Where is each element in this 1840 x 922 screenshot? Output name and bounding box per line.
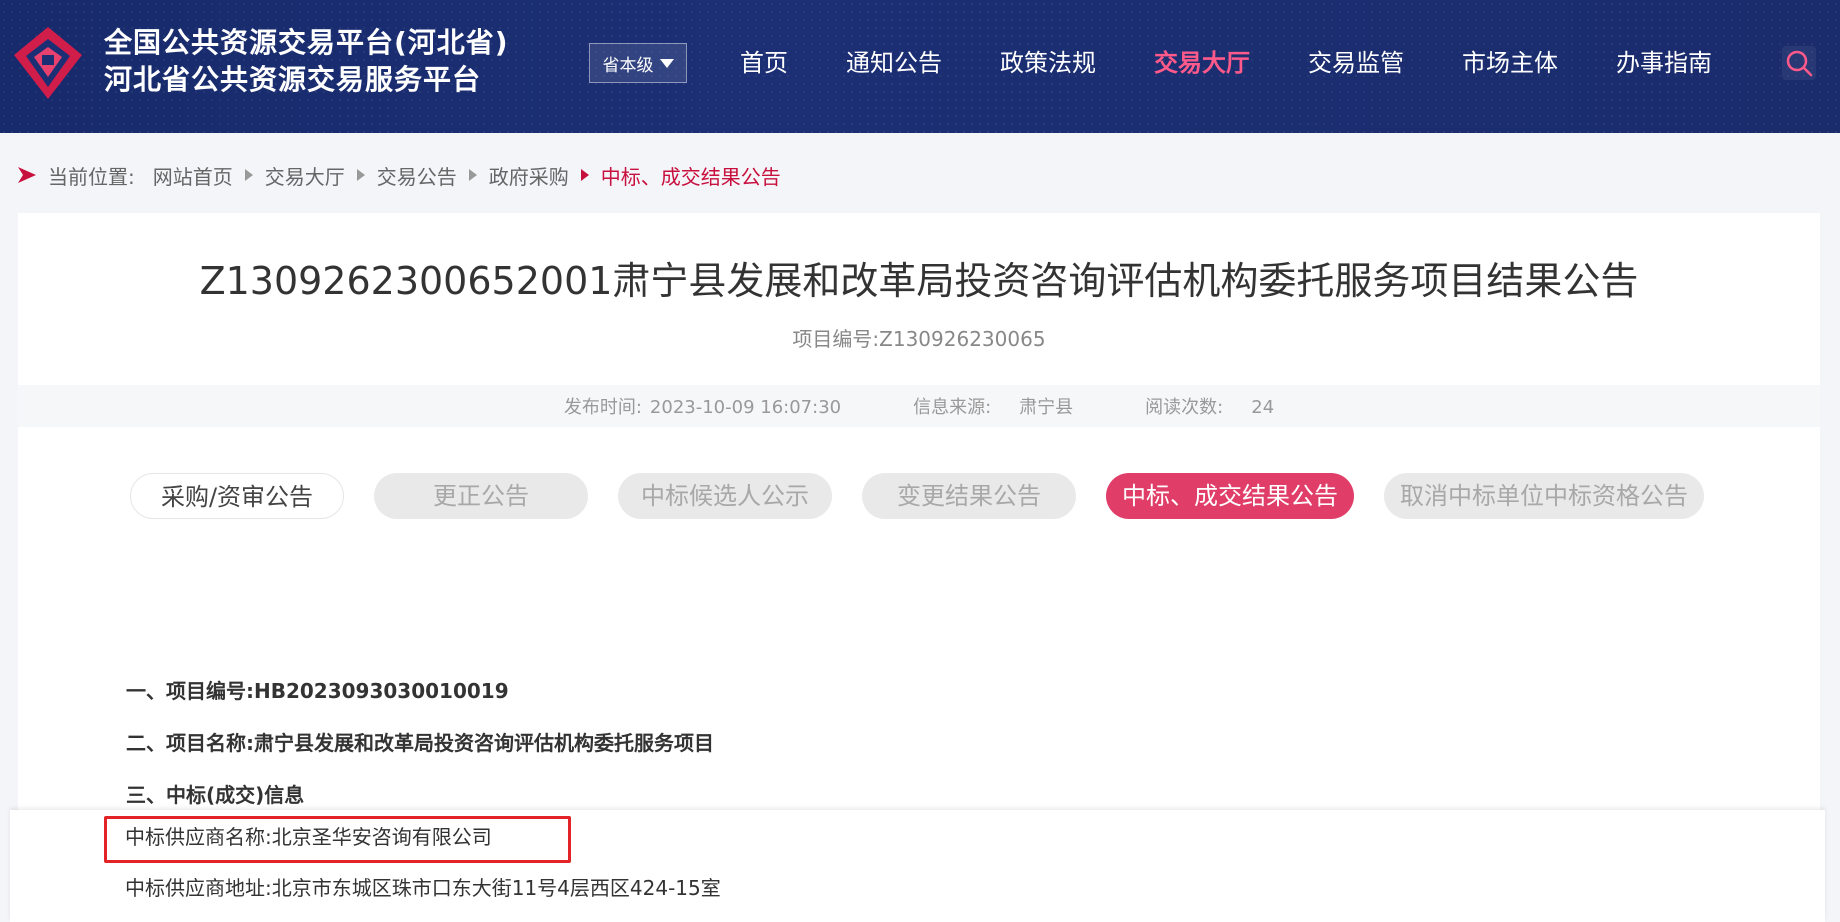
level-select-value: 省本级 (602, 55, 654, 76)
breadcrumb-separator-icon (580, 169, 589, 181)
tab-award-result[interactable]: 中标、成交结果公告 (1106, 473, 1354, 519)
nav-item-supervision[interactable]: 交易监管 (1308, 40, 1404, 86)
article-title: Z1309262300652001肃宁县发展和改革局投资咨询评估机构委托服务项目… (199, 259, 1639, 303)
view-count-label: 阅读次数: (1145, 397, 1224, 418)
level-select-dropdown[interactable]: 省本级 (589, 43, 687, 83)
platform-name[interactable]: 全国公共资源交易平台(河北省) 河北省公共资源交易服务平台 (104, 25, 509, 99)
breadcrumb-separator-icon (356, 169, 365, 181)
location-arrow-icon (18, 167, 36, 183)
search-icon[interactable] (1782, 46, 1816, 80)
notice-tabs: 采购/资审公告 更正公告 中标候选人公示 变更结果公告 中标、成交结果公告 取消… (130, 473, 1704, 519)
breadcrumb-home[interactable]: 网站首页 (153, 161, 233, 190)
tab-correction-notice[interactable]: 更正公告 (374, 473, 588, 519)
platform-name-line1: 全国公共资源交易平台(河北省) (104, 26, 509, 59)
section-project-name: 二、项目名称:肃宁县发展和改革局投资咨询评估机构委托服务项目 (126, 731, 714, 755)
article-meta-bar: 发布时间: 2023-10-09 16:07:30 信息来源: 肃宁县 阅读次数: 2… (18, 385, 1820, 427)
breadcrumb: 当前位置: 网站首页 交易大厅 交易公告 政府采购 中标、成交结果公告 (18, 158, 781, 192)
tab-change-result[interactable]: 变更结果公告 (862, 473, 1076, 519)
nav-item-trading-hall[interactable]: 交易大厅 (1154, 40, 1250, 86)
publish-time: 发布时间: 2023-10-09 16:07:30 (564, 393, 841, 419)
tab-candidate-publicity[interactable]: 中标候选人公示 (618, 473, 832, 519)
nav-item-home[interactable]: 首页 (740, 40, 788, 86)
nav-item-policies[interactable]: 政策法规 (1000, 40, 1096, 86)
nav-item-notices[interactable]: 通知公告 (846, 40, 942, 86)
view-count: 阅读次数: 24 (1145, 393, 1274, 419)
breadcrumb-trade-notices[interactable]: 交易公告 (377, 161, 457, 190)
nav-item-guide[interactable]: 办事指南 (1616, 40, 1712, 86)
site-header: 全国公共资源交易平台(河北省) 河北省公共资源交易服务平台 省本级 首页 通知公… (0, 0, 1840, 133)
breadcrumb-separator-icon (468, 169, 477, 181)
breadcrumb-trading-hall[interactable]: 交易大厅 (265, 161, 345, 190)
view-count-value: 24 (1251, 397, 1275, 418)
breadcrumb-gov-procurement[interactable]: 政府采购 (489, 161, 569, 190)
publish-time-value: 2023-10-09 16:07:30 (649, 397, 842, 418)
tab-cancel-qualification[interactable]: 取消中标单位中标资格公告 (1384, 473, 1704, 519)
highlight-annotation-box (104, 816, 571, 863)
breadcrumb-separator-icon (244, 169, 253, 181)
breadcrumb-prefix: 当前位置: (48, 164, 135, 189)
tab-procurement-notice[interactable]: 采购/资审公告 (130, 473, 344, 519)
article-body: 一、项目编号:HB2023093030010019 二、项目名称:肃宁县发展和改… (126, 665, 714, 821)
platform-name-line2: 河北省公共资源交易服务平台 (104, 63, 482, 96)
section-project-number: 一、项目编号:HB2023093030010019 (126, 679, 509, 703)
platform-logo-icon[interactable] (12, 25, 84, 101)
nav-item-market-entities[interactable]: 市场主体 (1462, 40, 1558, 86)
info-source-value: 肃宁县 (1019, 397, 1074, 418)
supplier-address: 中标供应商地址:北京市东城区珠市口东大街11号4层西区424-15室 (125, 876, 721, 900)
info-source-label: 信息来源: (913, 397, 992, 418)
caret-down-icon (659, 58, 674, 68)
project-code: 项目编号:Z130926230065 (792, 327, 1046, 351)
info-source: 信息来源: 肃宁县 (913, 393, 1073, 419)
publish-time-label: 发布时间: (563, 397, 642, 418)
main-nav: 首页 通知公告 政策法规 交易大厅 交易监管 市场主体 办事指南 (740, 40, 1770, 86)
breadcrumb-current[interactable]: 中标、成交结果公告 (601, 161, 781, 190)
